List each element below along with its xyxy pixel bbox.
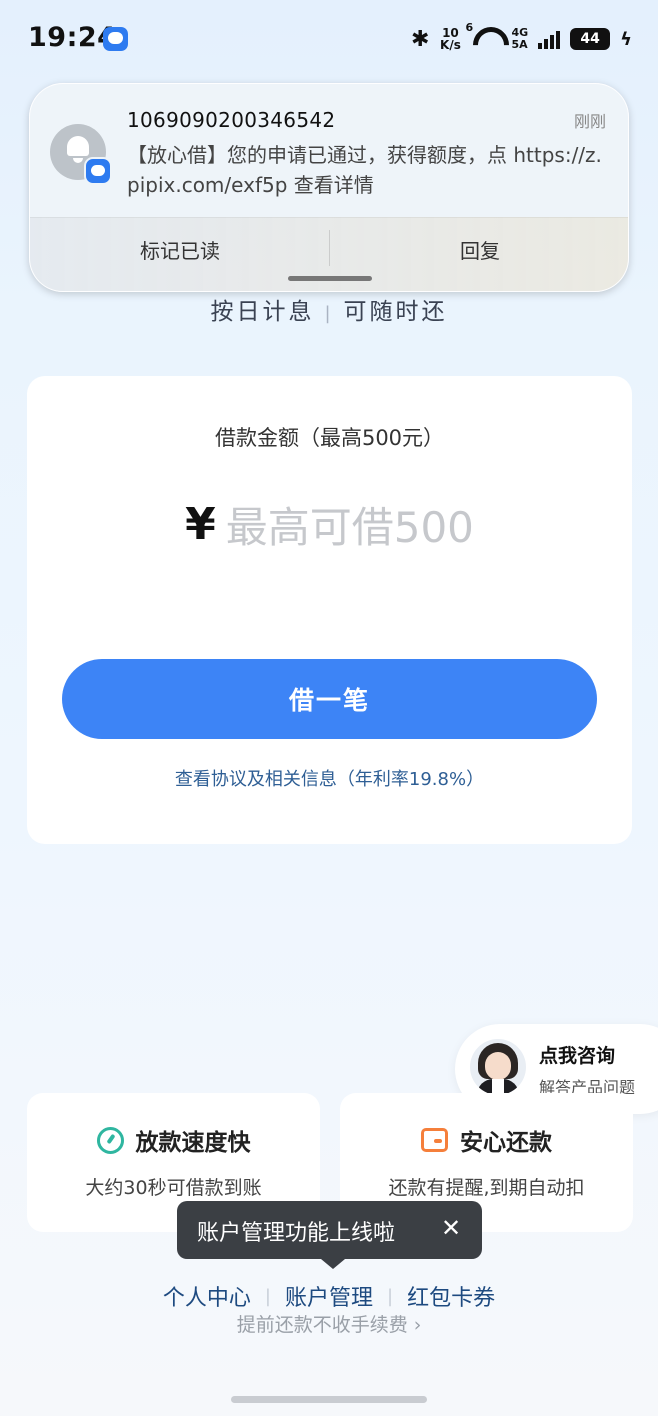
- account-management-toast: 账户管理功能上线啦 ✕: [177, 1201, 482, 1269]
- bell-icon: [67, 136, 89, 156]
- agent-avatar: [470, 1039, 526, 1095]
- feature-desc: 还款有提醒,到期自动扣: [388, 1177, 585, 1199]
- status-icons: ✱ 10 K/s 6 4G 5A 44 ϟ: [411, 21, 632, 54]
- home-indicator[interactable]: [231, 1396, 427, 1403]
- network-speed: 10 K/s: [440, 26, 461, 52]
- toast-text: 账户管理功能上线啦: [197, 1221, 396, 1246]
- chevron-right-icon: ›: [413, 1314, 422, 1336]
- personal-center-link[interactable]: 个人中心: [163, 1280, 251, 1312]
- notification-time: 刚刚: [573, 112, 606, 131]
- reply-button[interactable]: 回复: [330, 218, 628, 280]
- feature-title: 安心还款: [460, 1130, 552, 1156]
- messages-app-icon: [84, 157, 112, 185]
- mark-read-button[interactable]: 标记已读: [30, 218, 330, 280]
- coupons-link[interactable]: 红包卡券: [407, 1280, 495, 1312]
- notification-sender: 1069090200346542: [127, 108, 336, 132]
- bluetooth-icon: ✱: [411, 26, 430, 52]
- loan-card: 借款金额（最高500元） ¥ 最高可借500 借一笔 查看协议及相关信息（年利率1…: [27, 376, 632, 844]
- signal-icon: [538, 29, 561, 49]
- early-repay-note[interactable]: 提前还款不收手续费 ›: [0, 1310, 658, 1337]
- sms-notification[interactable]: 1069090200346542 刚刚 【放心借】您的申请已通过，获得额度，点 …: [29, 83, 629, 292]
- notification-drag-handle[interactable]: [288, 276, 372, 281]
- loan-amount-label: 借款金额（最高500元）: [214, 426, 445, 450]
- feature-title: 放款速度快: [135, 1130, 251, 1156]
- wallet-icon: [421, 1128, 448, 1152]
- borrow-button[interactable]: 借一笔: [62, 659, 597, 739]
- feature-desc: 大约30秒可借款到账: [85, 1177, 262, 1199]
- message-notification-icon: [103, 27, 128, 51]
- consult-title: 点我咨询: [539, 1045, 616, 1067]
- bottom-links: 个人中心 | 账户管理 | 红包卡券: [0, 1280, 658, 1312]
- loan-amount-input[interactable]: 最高可借500: [226, 503, 474, 552]
- account-management-link[interactable]: 账户管理: [285, 1280, 373, 1312]
- currency-symbol: ¥: [185, 499, 216, 550]
- agreement-link[interactable]: 查看协议及相关信息（年利率19.8%）: [27, 765, 632, 791]
- wifi-icon: 6: [465, 21, 501, 53]
- speed-icon: [96, 1126, 124, 1154]
- amount-input-row[interactable]: ¥ 最高可借500: [27, 494, 632, 555]
- toast-pointer: [321, 1259, 345, 1269]
- battery-icon: 44: [570, 28, 611, 50]
- tagline: 按日计息 | 可随时还: [210, 299, 448, 325]
- close-icon[interactable]: ✕: [436, 1213, 466, 1243]
- mobile-network-label: 4G 5A: [511, 26, 529, 51]
- notification-body: 【放心借】您的申请已通过，获得额度，点 https://z.pipix.com/…: [127, 143, 602, 197]
- charging-icon: ϟ: [620, 28, 632, 50]
- status-bar: 19:24 ✱ 10 K/s 6 4G 5A 44 ϟ: [0, 0, 658, 78]
